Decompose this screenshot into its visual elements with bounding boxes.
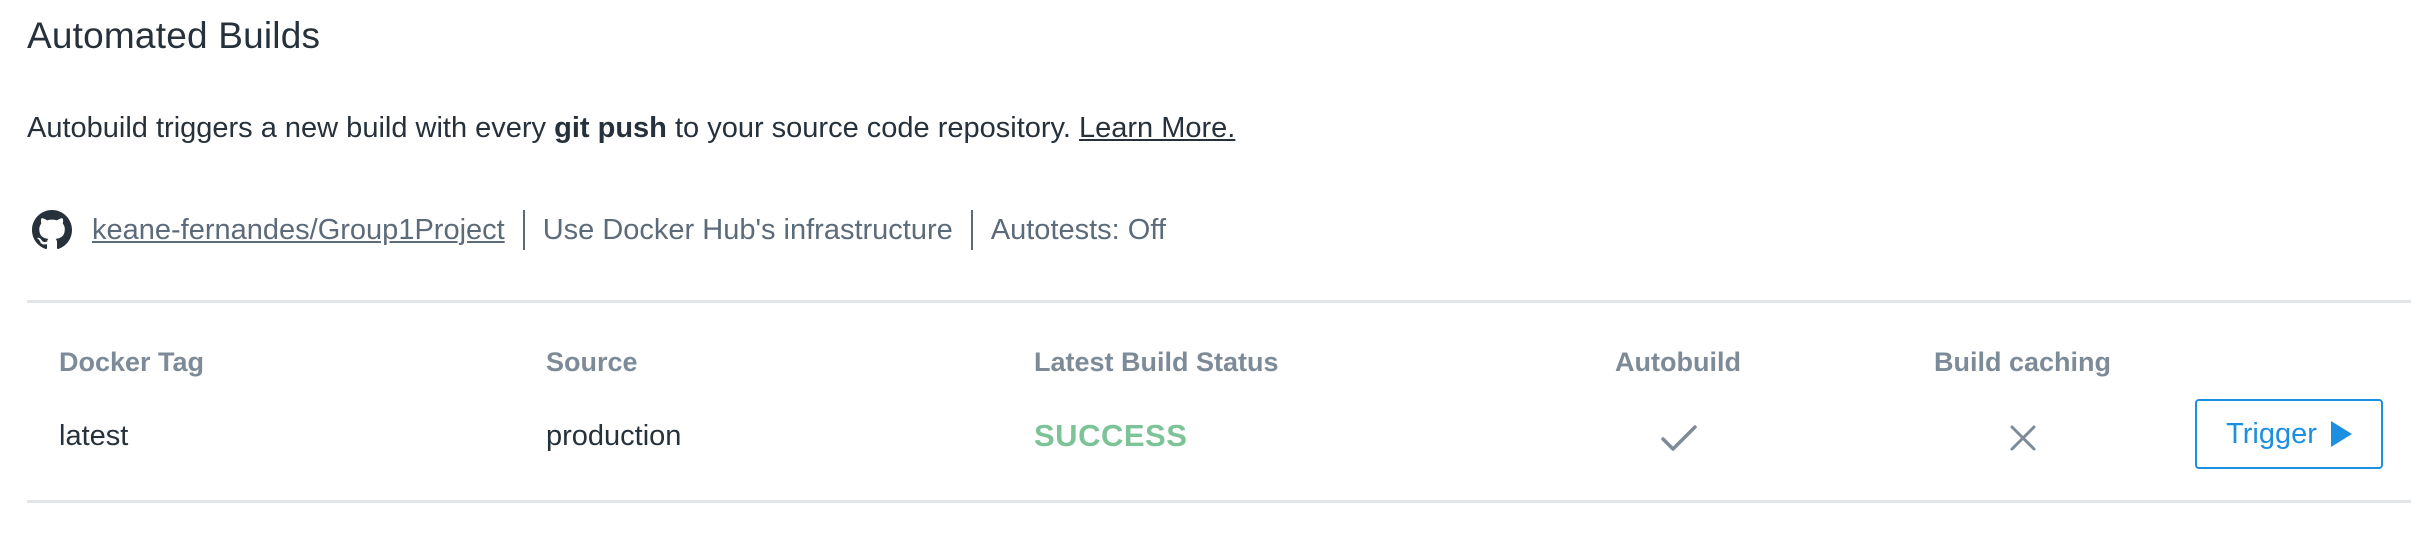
infrastructure-text: Use Docker Hub's infrastructure — [542, 213, 953, 246]
description-suffix: to your source code repository. — [666, 112, 1079, 144]
repo-link[interactable]: keane-fernandes/Group1Project — [92, 214, 505, 247]
trigger-label: Trigger — [2226, 417, 2317, 450]
repo-info-row: keane-fernandes/Group1Project Use Docker… — [30, 206, 1166, 254]
header-autobuild: Autobuild — [1615, 347, 1741, 377]
cell-docker-tag: latest — [59, 420, 129, 452]
autobuild-description: Autobuild triggers a new build with ever… — [27, 106, 1235, 150]
cell-source: production — [546, 420, 682, 452]
description-prefix: Autobuild triggers a new build with ever… — [27, 112, 555, 144]
autotests-text: Autotests: Off — [990, 213, 1166, 246]
header-docker-tag: Docker Tag — [59, 347, 205, 377]
header-build-status: Latest Build Status — [1034, 347, 1279, 377]
check-icon — [1659, 418, 1699, 458]
section-title: Automated Builds — [27, 15, 321, 56]
divider — [970, 210, 973, 250]
divider — [522, 210, 525, 250]
table-top-divider — [27, 300, 2411, 303]
table-bottom-divider — [27, 500, 2411, 503]
learn-more-link[interactable]: Learn More. — [1079, 112, 1235, 144]
github-icon — [30, 208, 74, 252]
trigger-button[interactable]: Trigger — [2195, 399, 2383, 469]
x-icon — [2003, 418, 2043, 458]
status-badge: SUCCESS — [1034, 418, 1188, 453]
description-bold: git push — [554, 112, 667, 144]
play-icon — [2330, 421, 2352, 447]
automated-builds-panel: Automated Builds Autobuild triggers a ne… — [0, 0, 2434, 542]
header-source: Source — [546, 347, 638, 377]
header-build-caching: Build caching — [1934, 347, 2112, 377]
